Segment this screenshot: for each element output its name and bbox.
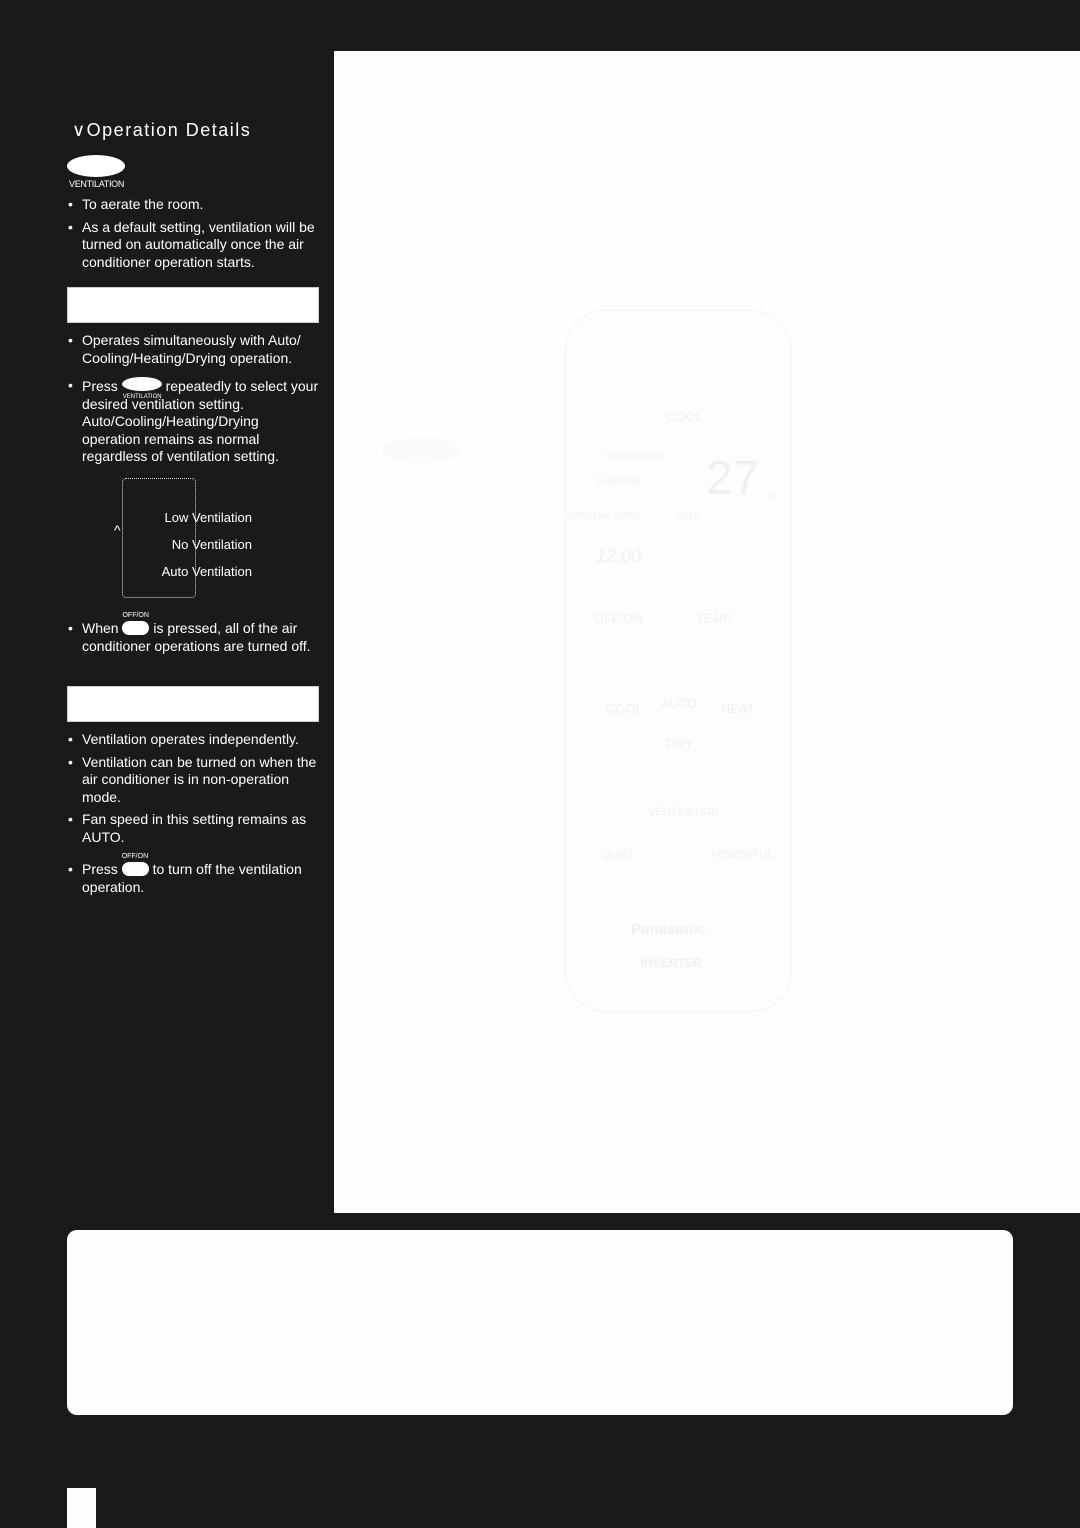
section1-list-2: When OFF/ON is pressed, all of the air c… [67, 612, 319, 660]
list-item: Operates simultaneously with Auto/ Cooli… [67, 332, 319, 367]
display-unit: °C [766, 491, 778, 502]
display-mode: COOL [666, 409, 703, 424]
text: Press [82, 378, 118, 394]
ventilation-callout-icon [383, 437, 461, 463]
display-ventilation: VENTILATION [606, 451, 665, 461]
text: repeatedly to select your desired ventil… [82, 378, 319, 464]
cycle-item: No Ventilation [171, 537, 252, 552]
list-item: As a default setting, ventilation will b… [67, 219, 319, 272]
offon-button-icon: OFF/ON [122, 612, 150, 635]
display-fan: AUTO FAN [566, 511, 611, 521]
list-item: Press OFF/ON to turn off the ventilation… [67, 853, 319, 896]
button-label: OFF/ON [121, 853, 149, 860]
section-title: ∨Operation Details [72, 120, 252, 140]
list-item: When OFF/ON is pressed, all of the air c… [67, 612, 319, 655]
button-label: OFF/ON [122, 612, 149, 619]
cycle-item: Auto Ventilation [161, 564, 252, 579]
mode-heat: HEAT [721, 701, 755, 716]
temp-label: TEMP [696, 611, 733, 626]
display-temperature: 27 [706, 452, 760, 505]
ventilation-button-label: VENTILATION [69, 179, 125, 189]
inverter-logo: INVERTER [641, 956, 702, 970]
list-item: Ventilation operates independently. [67, 731, 319, 749]
brand-logo: Panasonic [631, 921, 707, 938]
list-item: Ventilation can be turned on when the ai… [67, 754, 319, 807]
ventilation-label: VENTILATION [648, 806, 720, 818]
page-tab [67, 1488, 96, 1528]
mode-auto: AUTO [661, 696, 697, 711]
arrow-up-icon: ^ [114, 522, 121, 538]
offon-button-icon: OFF/ON [121, 853, 149, 876]
intro-list: To aerate the room. As a default setting… [67, 196, 319, 276]
powerful-label: POWERFUL [711, 849, 774, 861]
text: Press [82, 861, 118, 877]
text: When [82, 620, 119, 636]
button-label: VENTILATION [122, 394, 162, 400]
display-clock: 12:00 [596, 546, 642, 566]
section2-list: Ventilation operates independently. Vent… [67, 731, 319, 901]
cycle-item: Low Ventilation [164, 510, 252, 525]
section-header-bar [67, 686, 319, 722]
display-swing: AUTO [676, 511, 701, 521]
mode-dry: DRY [666, 736, 694, 751]
list-item: Fan speed in this setting remains as AUT… [67, 811, 319, 846]
list-item: To aerate the room. [67, 196, 319, 214]
section1-list: Operates simultaneously with Auto/ Cooli… [67, 332, 319, 471]
note-box [67, 1230, 1013, 1415]
display-sleeping: SLEEPING [596, 476, 642, 486]
remote-control-illustration: COOL VENTILATION SLEEPING 27 °C AUTO FAN… [565, 310, 792, 1012]
ventilation-button-icon [67, 155, 125, 177]
offon-label: OFF/ON [594, 611, 644, 626]
ventilation-button-icon: VENTILATION [121, 377, 162, 400]
display-fan-value: AUTO [614, 511, 639, 521]
list-item: Press VENTILATION repeatedly to select y… [67, 377, 319, 466]
mode-cool: COOL [606, 701, 643, 716]
section-header-bar [67, 287, 319, 323]
quiet-label: QUIET [601, 849, 635, 861]
